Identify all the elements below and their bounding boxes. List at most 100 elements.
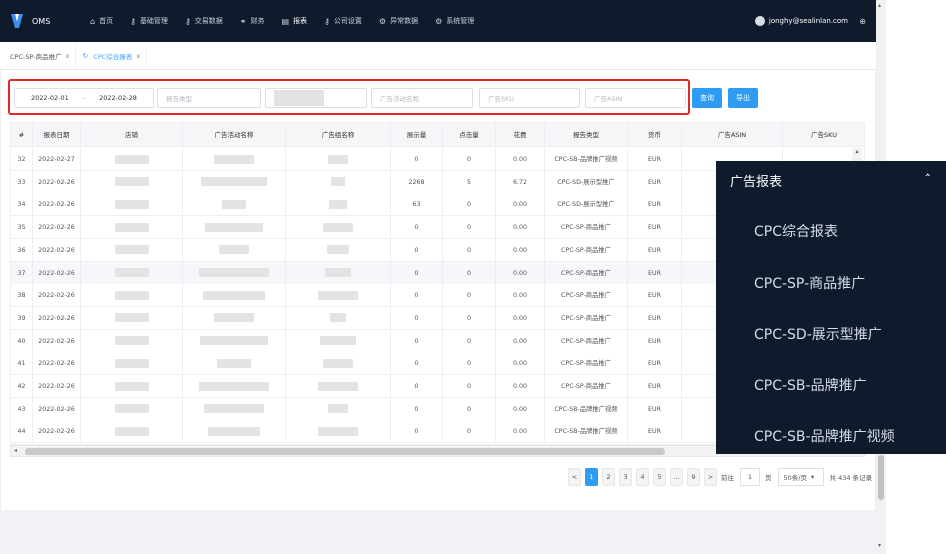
- asin-input[interactable]: 广告ASIN: [585, 88, 686, 108]
- nav-item-label: 报表: [293, 17, 308, 25]
- cell-redacted: [183, 148, 286, 171]
- tab-0[interactable]: CPC-SP-商品推广 x: [4, 45, 77, 66]
- report-icon: ▤: [281, 16, 290, 26]
- dropdown-item-cpc-sb[interactable]: CPC-SB-品牌推广: [754, 375, 867, 395]
- redacted-value: [323, 358, 353, 368]
- tab-label: CPC综合报表: [93, 52, 133, 61]
- column-header-3[interactable]: 广告活动名称: [183, 123, 286, 147]
- cell-clicks: 0: [443, 216, 496, 240]
- page-size-select[interactable]: 50条/页 ▾: [777, 468, 824, 486]
- cell-date: 2022-02-26: [33, 193, 81, 217]
- next-page-button[interactable]: >: [704, 468, 717, 486]
- nav-item-6[interactable]: ⚙ 异常数据: [379, 16, 418, 26]
- scrollbar-thumb[interactable]: [25, 448, 665, 455]
- column-header-8[interactable]: 报告类型: [545, 123, 628, 147]
- total-records: 共 434 条记录: [829, 474, 873, 482]
- scroll-left-icon[interactable]: ◂: [14, 447, 17, 454]
- cell-redacted: [183, 238, 286, 262]
- nav-item-3[interactable]: ⚭ 财务: [240, 16, 265, 26]
- cell-cur: EUR: [628, 216, 682, 240]
- date-range-picker[interactable]: 2022-02-01 - 2022-02-28: [14, 88, 154, 108]
- nav-item-label: 首页: [99, 17, 114, 25]
- column-header-7[interactable]: 花费: [496, 123, 545, 147]
- cell-redacted: [81, 329, 183, 353]
- column-header-5[interactable]: 展示量: [391, 123, 443, 147]
- column-header-4[interactable]: 广告组名称: [286, 123, 391, 147]
- cell-clicks: 0: [443, 193, 496, 217]
- page-button[interactable]: 4: [636, 468, 649, 486]
- main-menu: ⌂ 首页 ⚷ 基础管理 ⚷ 交易数据 ⚭ 财务 ▤ 报表 ⚷ 公司设置 ⚙ 异常数据 ⚙ 系统管理: [90, 16, 491, 26]
- dropdown-item-cpc-sd[interactable]: CPC-SD-展示型推广: [754, 324, 882, 344]
- cell-redacted: [81, 238, 183, 262]
- dropdown-header[interactable]: 广告报表: [730, 171, 782, 190]
- cell-redacted: [286, 170, 391, 194]
- globe-icon[interactable]: ⊕: [859, 17, 866, 26]
- refresh-icon[interactable]: ↻: [82, 52, 88, 60]
- cell-impr: 0: [391, 148, 443, 171]
- column-header-0[interactable]: #: [11, 123, 33, 147]
- nav-item-1[interactable]: ⚷ 基础管理: [130, 16, 168, 26]
- cell-no: 33: [11, 170, 33, 194]
- key-icon: ⚷: [130, 16, 136, 26]
- redacted-value: [330, 313, 346, 323]
- dropdown-item-cpc-sp[interactable]: CPC-SP-商品推广: [754, 273, 865, 293]
- cell-redacted: [81, 170, 183, 194]
- dropdown-item-cpc-summary[interactable]: CPC综合报表: [754, 221, 838, 241]
- campaign-name-input[interactable]: 广告活动名称: [371, 88, 473, 108]
- page-button[interactable]: 9: [687, 468, 700, 486]
- sku-input[interactable]: 广告SKU: [479, 88, 580, 108]
- chevron-down-icon: ▾: [810, 473, 815, 481]
- nav-item-7[interactable]: ⚙ 系统管理: [435, 16, 474, 26]
- redacted-value: [201, 177, 267, 187]
- cell-type: CPC-SB-品牌推广视频: [545, 420, 628, 444]
- user-menu[interactable]: jonghy@sealinlan.com: [754, 16, 848, 26]
- column-header-6[interactable]: 点击量: [443, 123, 496, 147]
- redacted-value: [203, 290, 265, 300]
- scroll-down-icon[interactable]: ▾: [878, 542, 881, 549]
- page-button[interactable]: 2: [602, 468, 615, 486]
- page-button[interactable]: 3: [619, 468, 632, 486]
- column-header-9[interactable]: 货币: [628, 123, 682, 147]
- report-type-select[interactable]: 报告类型: [157, 88, 261, 108]
- cell-no: 42: [11, 375, 33, 398]
- cell-impr: 0: [391, 306, 443, 330]
- scroll-up-icon[interactable]: ▴: [878, 2, 881, 9]
- page-button[interactable]: 1: [585, 468, 598, 486]
- column-header-11[interactable]: 广告SKU: [783, 123, 864, 147]
- cell-redacted: [183, 261, 286, 285]
- cell-cur: EUR: [628, 170, 682, 194]
- nav-item-5[interactable]: ⚷ 公司设置: [324, 16, 362, 26]
- cell-redacted: [286, 261, 391, 285]
- tab-1[interactable]: ↻ CPC综合报表 x: [76, 45, 148, 66]
- page-button[interactable]: ...: [670, 468, 683, 486]
- shop-select[interactable]: [265, 88, 367, 108]
- nav-item-0[interactable]: ⌂ 首页: [90, 16, 113, 26]
- page-scroll-thumb[interactable]: [878, 455, 884, 500]
- nav-item-4[interactable]: ▤ 报表: [282, 16, 308, 26]
- chevron-up-icon[interactable]: ⌃: [924, 173, 932, 184]
- nav-item-2[interactable]: ⚷ 交易数据: [185, 16, 223, 26]
- cell-cur: EUR: [628, 284, 682, 308]
- close-icon[interactable]: x: [136, 52, 140, 60]
- user-email: jonghy@sealinlan.com: [768, 17, 848, 25]
- redacted-value: [205, 222, 263, 232]
- app-logo[interactable]: OMS: [10, 13, 90, 29]
- page-button[interactable]: 5: [653, 468, 666, 486]
- query-button[interactable]: 查询: [692, 88, 722, 108]
- cell-impr: 0: [391, 375, 443, 398]
- redacted-value: [214, 313, 254, 323]
- column-header-1[interactable]: 报表日期: [33, 123, 81, 147]
- date-start: 2022-02-01: [31, 94, 69, 102]
- cell-cur: EUR: [628, 375, 682, 398]
- column-header-2[interactable]: 店铺: [81, 123, 183, 147]
- goto-page-input[interactable]: 1: [740, 468, 760, 486]
- column-header-10[interactable]: 广告ASIN: [682, 123, 783, 147]
- cell-cost: 0.00: [496, 306, 545, 330]
- tab-bar: CPC-SP-商品推广 x ↻ CPC综合报表 x: [0, 42, 876, 70]
- cell-clicks: 0: [443, 329, 496, 353]
- avatar: [754, 16, 765, 26]
- export-button[interactable]: 导出: [728, 88, 758, 108]
- close-icon[interactable]: x: [66, 52, 70, 60]
- prev-page-button[interactable]: <: [568, 468, 581, 486]
- dropdown-item-cpc-sb-video[interactable]: CPC-SB-品牌推广视频: [754, 426, 895, 446]
